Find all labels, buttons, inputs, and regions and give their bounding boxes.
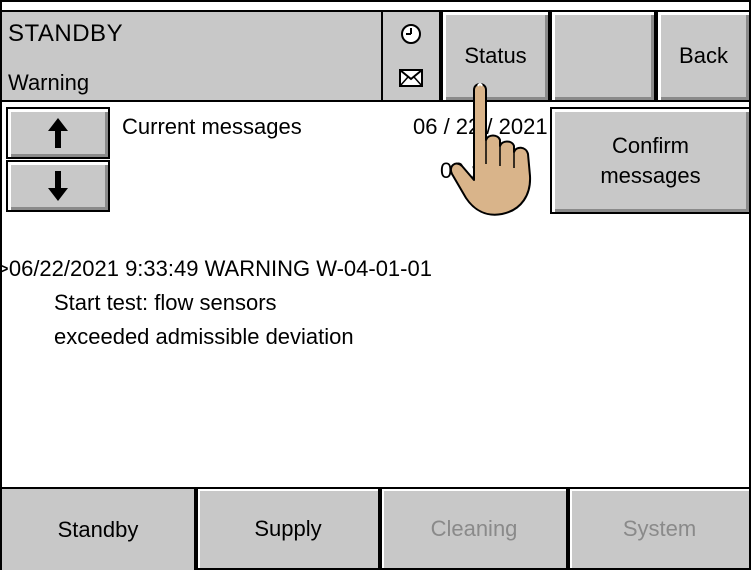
tab-cleaning-label: Cleaning xyxy=(430,515,518,541)
blank-button[interactable] xyxy=(550,10,656,102)
tab-cleaning: Cleaning xyxy=(380,487,568,570)
log-entry-header: >06/22/2021 9:33:49 WARNING W-04-01-01 xyxy=(0,256,432,281)
back-button-label: Back xyxy=(679,43,728,69)
messages-time: 09 : 04 xyxy=(440,158,508,183)
indicator-icons xyxy=(383,10,441,102)
clock-icon[interactable] xyxy=(387,14,435,54)
tab-system-label: System xyxy=(622,515,697,541)
tab-system: System xyxy=(568,487,751,570)
status-button[interactable]: Status xyxy=(441,10,550,102)
state-text: Warning xyxy=(8,70,90,95)
arrow-down-icon xyxy=(48,171,68,201)
status-button-label: Status xyxy=(464,43,527,69)
mode-text: STANDBY xyxy=(8,20,124,47)
log-entry-text: Start test: flow sensors xyxy=(54,290,277,315)
tab-standby-label: Standby xyxy=(57,516,139,542)
tab-supply-label: Supply xyxy=(254,515,322,541)
machine-status-panel: STANDBY Warning xyxy=(0,10,383,102)
current-messages-label: Current messages xyxy=(122,114,302,139)
arrow-up-icon xyxy=(48,118,68,148)
bottom-tab-bar: Standby Supply Cleaning System xyxy=(0,487,751,570)
tab-standby[interactable]: Standby xyxy=(0,487,196,570)
scroll-up-button[interactable] xyxy=(6,107,110,159)
message-log: >06/22/2021 9:33:49 WARNING W-04-01-01 S… xyxy=(0,252,432,354)
confirm-label-line1: Confirm xyxy=(611,132,689,158)
envelope-icon[interactable] xyxy=(387,58,435,98)
back-button[interactable]: Back xyxy=(656,10,751,102)
confirm-label-line2: messages xyxy=(600,162,701,188)
scroll-down-button[interactable] xyxy=(6,160,110,212)
tab-supply[interactable]: Supply xyxy=(196,487,380,570)
messages-date: 06 / 22 / 2021 xyxy=(413,114,548,139)
log-entry-detail: exceeded admissible deviation xyxy=(54,324,354,349)
confirm-messages-button[interactable]: Confirm messages xyxy=(550,107,751,214)
